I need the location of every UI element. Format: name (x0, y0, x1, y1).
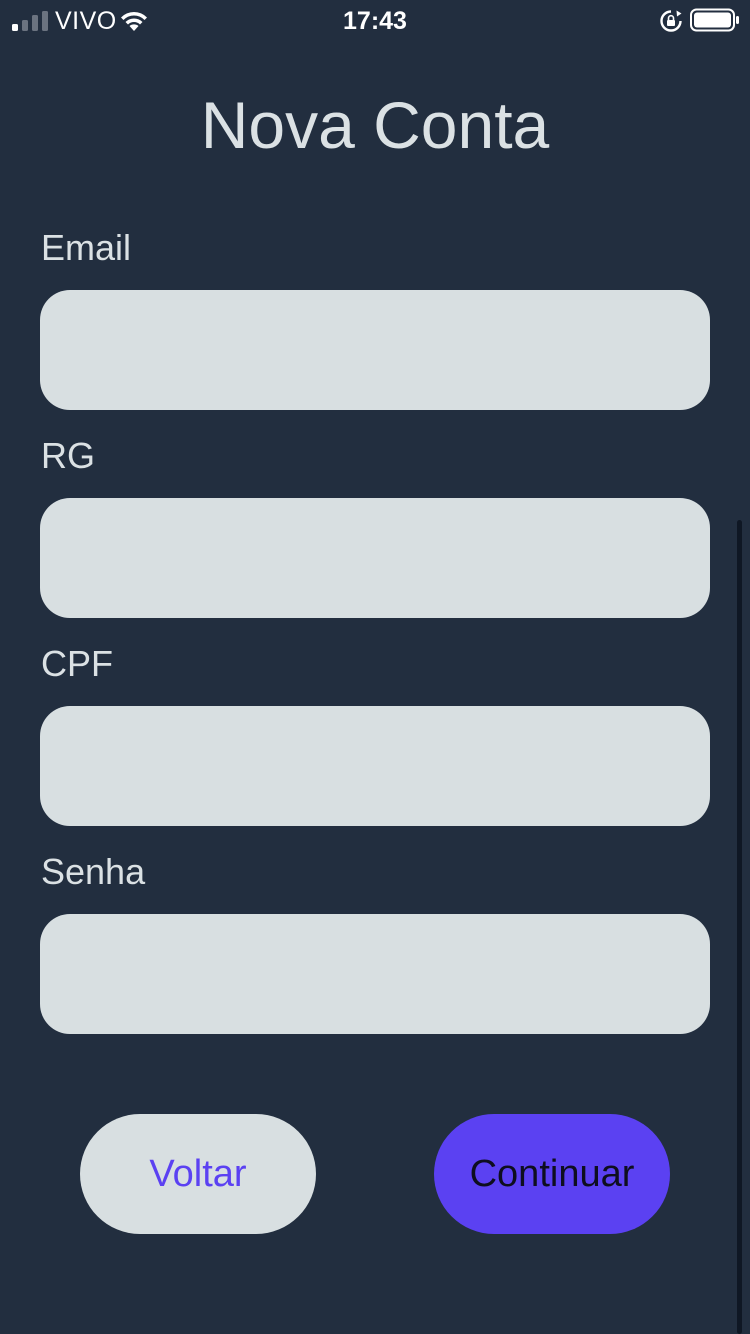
email-field[interactable] (40, 290, 710, 410)
back-button[interactable]: Voltar (80, 1114, 316, 1234)
status-bar: VIVO 17:43 (0, 0, 750, 40)
status-time: 17:43 (343, 7, 407, 35)
email-label: Email (41, 227, 132, 268)
battery-icon (690, 8, 739, 32)
new-account-screen: VIVO 17:43 Nova Conta Email RG CPF Senha… (0, 0, 750, 1334)
rg-label: RG (41, 435, 95, 476)
rotation-lock-icon (660, 10, 682, 32)
rg-field[interactable] (40, 498, 710, 618)
continue-button[interactable]: Continuar (434, 1114, 670, 1234)
password-label: Senha (41, 851, 146, 892)
cpf-label: CPF (41, 643, 113, 684)
password-field[interactable] (40, 914, 710, 1034)
scroll-indicator[interactable] (737, 520, 742, 1334)
cpf-field[interactable] (40, 706, 710, 826)
page-title: Nova Conta (200, 88, 550, 162)
